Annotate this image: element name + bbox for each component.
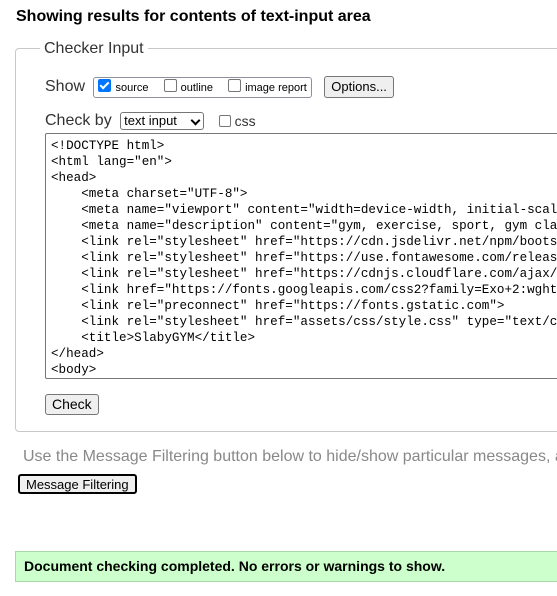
source-textarea[interactable]: <!DOCTYPE html> <html lang="en"> <head> …	[45, 133, 557, 379]
show-outline-option[interactable]: outline	[162, 78, 226, 94]
page-title: Showing results for contents of text-inp…	[16, 8, 371, 25]
check-by-select[interactable]: text input	[120, 112, 205, 130]
message-filtering-button[interactable]: Message Filtering	[18, 474, 137, 494]
source-label[interactable]: source	[115, 82, 148, 94]
show-source-option[interactable]: source	[96, 78, 161, 94]
checker-input-legend: Checker Input	[40, 40, 148, 58]
source-code[interactable]: <!DOCTYPE html> <html lang="en"> <head> …	[46, 134, 557, 378]
image-report-checkbox[interactable]	[228, 78, 242, 92]
check-by-row: Check by text input css	[45, 112, 256, 130]
outline-label[interactable]: outline	[181, 82, 213, 94]
source-checkbox[interactable]	[98, 78, 112, 92]
message-filtering-note: Use the Message Filtering button below t…	[23, 448, 557, 465]
check-button[interactable]: Check	[45, 394, 99, 415]
show-image-report-option[interactable]: image report	[226, 78, 307, 94]
result-success-message: Document checking completed. No errors o…	[15, 551, 557, 582]
options-button[interactable]: Options...	[324, 76, 394, 98]
show-label: Show	[45, 78, 86, 95]
check-by-label: Check by	[45, 112, 112, 129]
show-options-group: source outline image report	[93, 76, 312, 98]
css-option[interactable]: css	[217, 113, 256, 129]
css-checkbox[interactable]	[218, 115, 231, 127]
css-label[interactable]: css	[235, 113, 256, 129]
show-row: Show source outline image report Options…	[45, 76, 394, 98]
check-by-selected-value: text input	[124, 113, 177, 128]
outline-checkbox[interactable]	[163, 78, 177, 92]
chevron-down-icon	[190, 115, 201, 126]
image-report-label[interactable]: image report	[245, 82, 307, 94]
